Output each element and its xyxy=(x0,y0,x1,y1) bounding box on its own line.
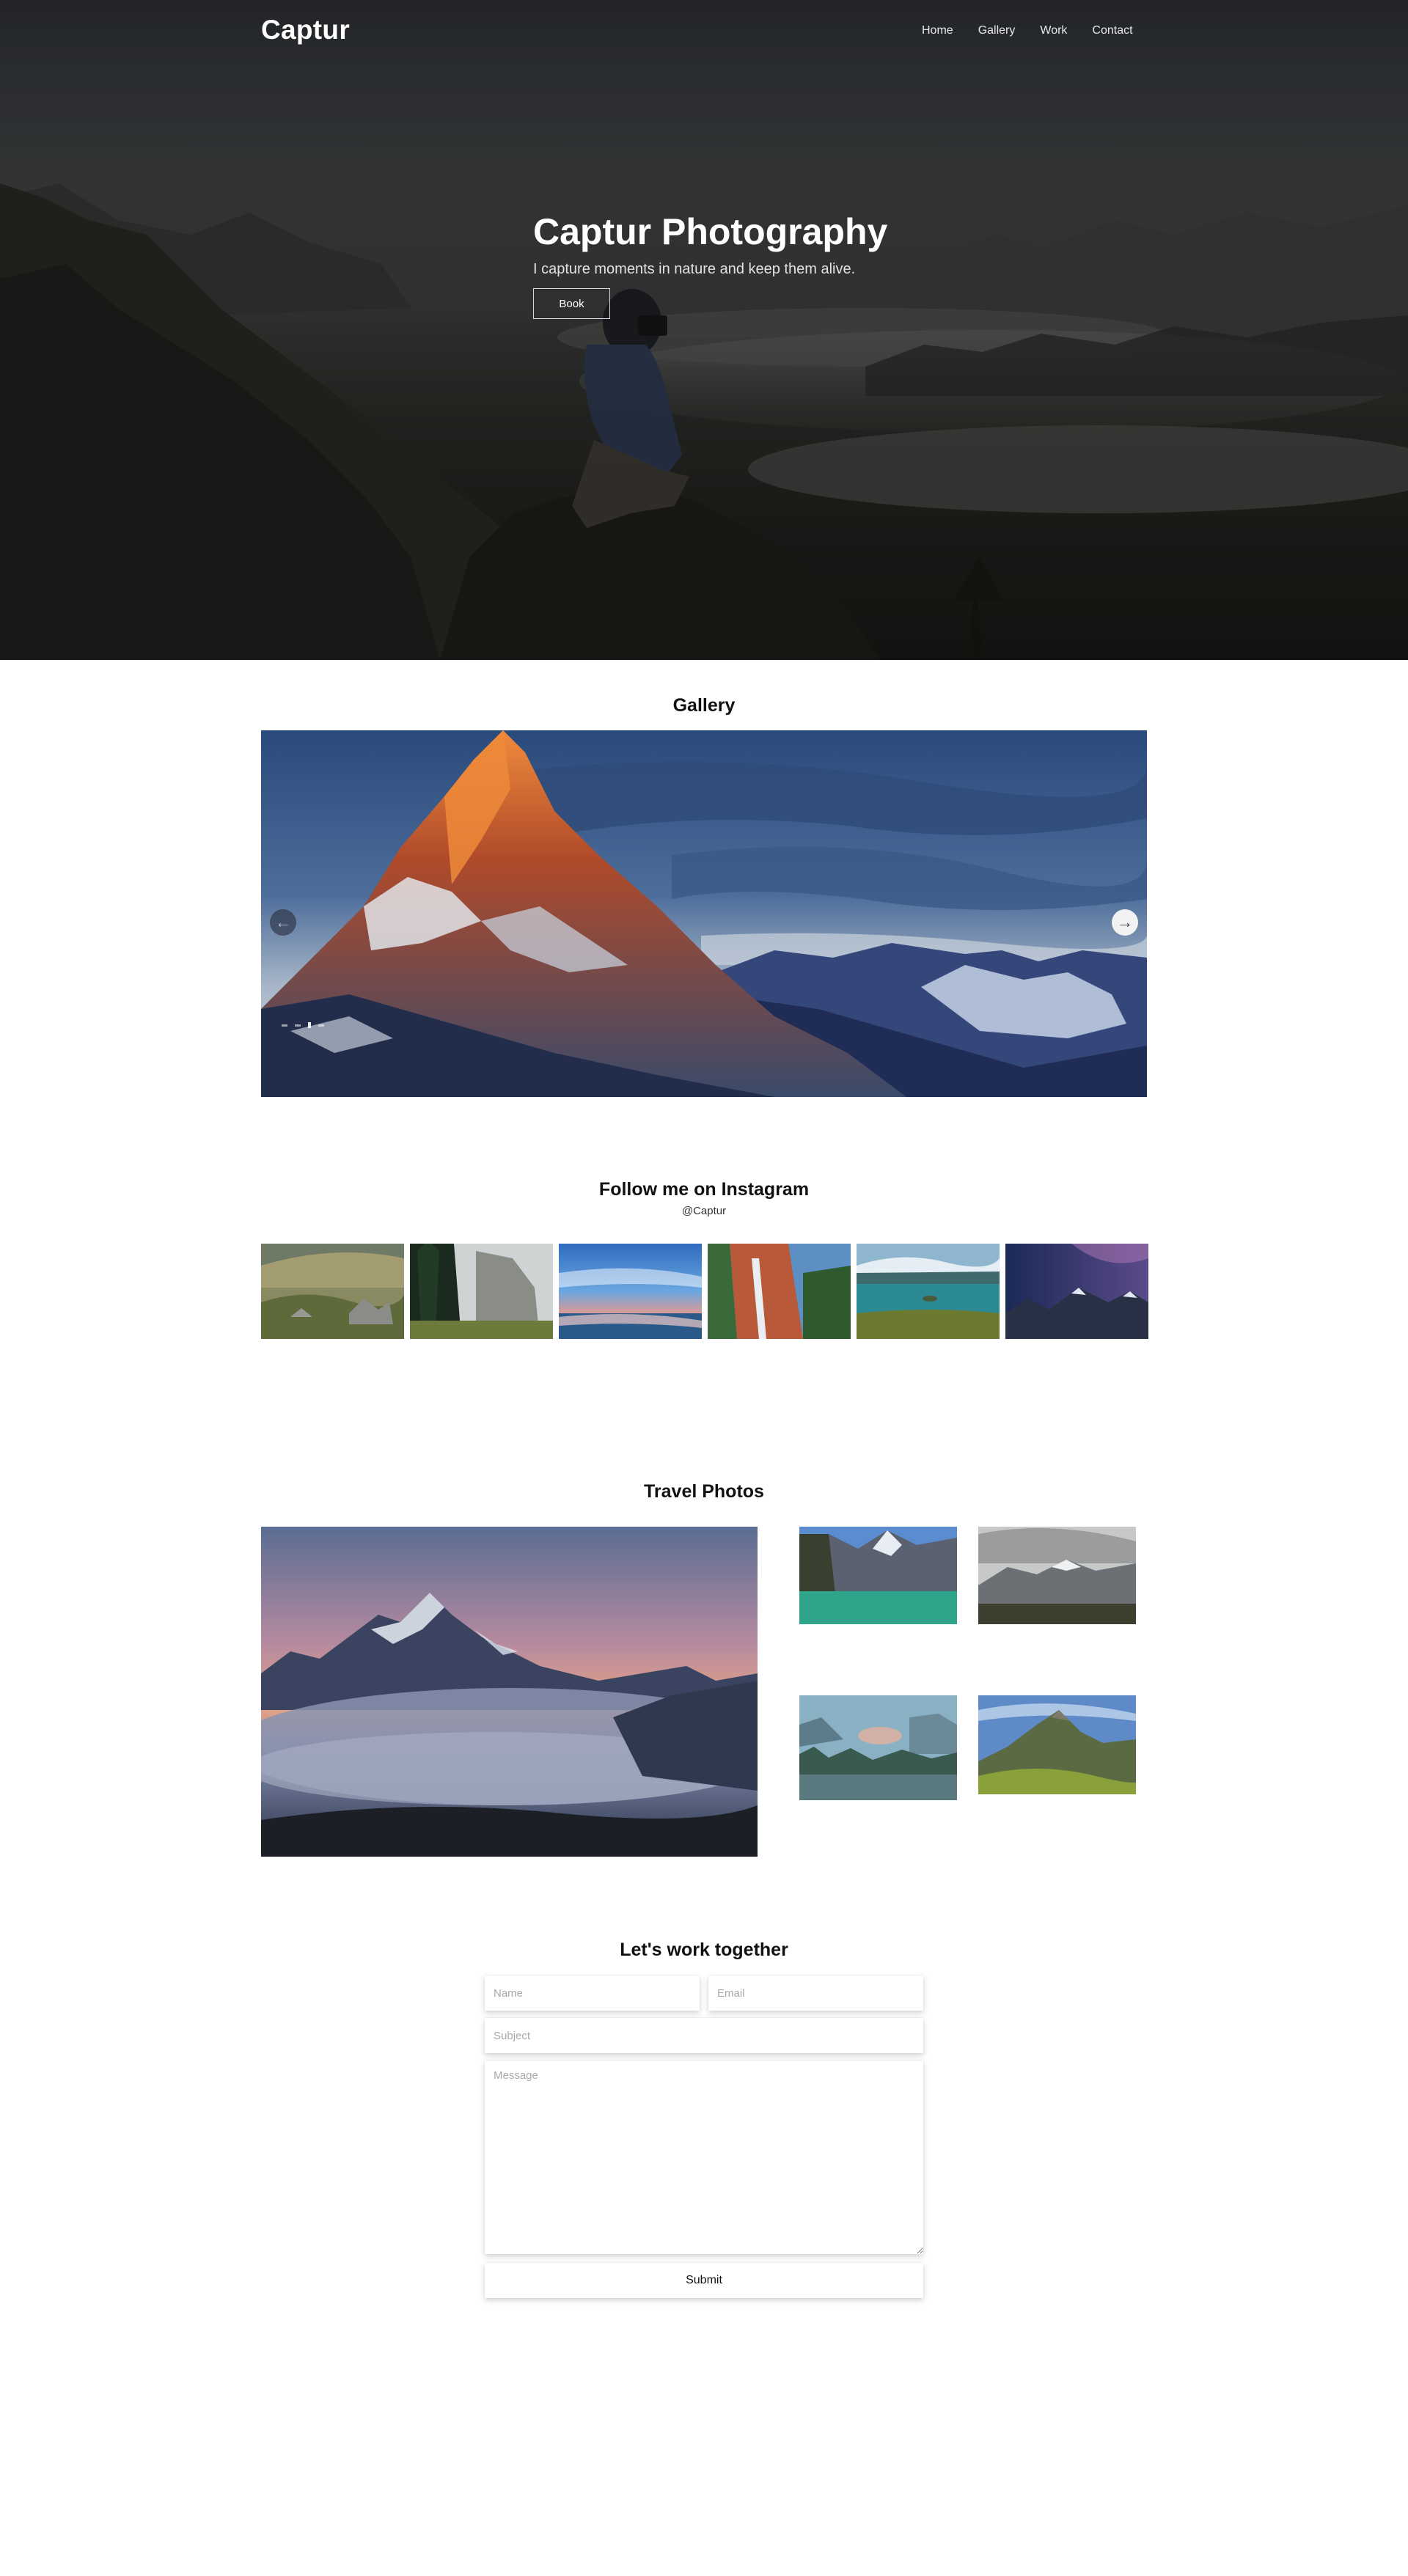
nav-link-work[interactable]: Work xyxy=(1040,24,1067,37)
instagram-title: Follow me on Instagram xyxy=(598,1179,810,1200)
travel-photo[interactable] xyxy=(799,1527,957,1624)
travel-photo[interactable] xyxy=(978,1527,1136,1624)
hero-content: Captur Photography I capture moments in … xyxy=(533,210,944,319)
instagram-photo[interactable] xyxy=(559,1244,702,1339)
carousel-next-arrow-icon[interactable]: → xyxy=(1112,909,1138,936)
nav-link-home[interactable]: Home xyxy=(922,24,953,37)
carousel-prev-arrow-icon[interactable]: ← xyxy=(270,909,296,936)
instagram-photo[interactable] xyxy=(857,1244,1000,1339)
name-field[interactable] xyxy=(485,1975,700,2011)
travel-title: Travel Photos xyxy=(644,1481,764,1502)
book-button[interactable]: Book xyxy=(533,288,610,319)
carousel-dot[interactable] xyxy=(282,1024,287,1027)
carousel-dot-active[interactable] xyxy=(308,1022,311,1028)
message-field[interactable] xyxy=(485,2061,923,2254)
instagram-photo[interactable] xyxy=(708,1244,851,1339)
top-nav: Captur Home Gallery Work Contact xyxy=(0,0,1408,66)
nav-link-contact[interactable]: Contact xyxy=(1092,24,1132,37)
carousel-dot[interactable] xyxy=(295,1024,301,1027)
nav-menu: Home Gallery Work Contact xyxy=(922,24,1133,37)
carousel-slide-image xyxy=(261,730,1147,1097)
carousel-indicators xyxy=(282,1022,324,1028)
submit-button[interactable]: Submit xyxy=(485,2263,923,2298)
instagram-feed xyxy=(261,1244,1148,1339)
subject-field[interactable] xyxy=(485,2018,923,2053)
gallery-title: Gallery xyxy=(672,695,736,716)
instagram-photo[interactable] xyxy=(1005,1244,1148,1339)
instagram-handle[interactable]: @Captur xyxy=(0,1205,1408,1217)
travel-photo-featured[interactable] xyxy=(261,1527,758,1857)
brand-logo[interactable]: Captur xyxy=(261,15,350,45)
travel-photo[interactable] xyxy=(978,1695,1136,1794)
nav-link-gallery[interactable]: Gallery xyxy=(978,24,1016,37)
carousel-dot[interactable] xyxy=(318,1024,324,1027)
instagram-photo[interactable] xyxy=(410,1244,553,1339)
hero-section: Captur Home Gallery Work Contact Captur … xyxy=(0,0,1408,660)
hero-subtitle: I capture moments in nature and keep the… xyxy=(533,261,856,277)
hero-overlay xyxy=(0,0,1408,660)
contact-title: Let's work together xyxy=(620,1940,788,1960)
hero-title: Captur Photography xyxy=(533,211,888,252)
email-field[interactable] xyxy=(708,1975,923,2011)
gallery-carousel[interactable]: ← → xyxy=(261,730,1147,1097)
travel-photo[interactable] xyxy=(799,1695,957,1800)
instagram-photo[interactable] xyxy=(261,1244,404,1339)
